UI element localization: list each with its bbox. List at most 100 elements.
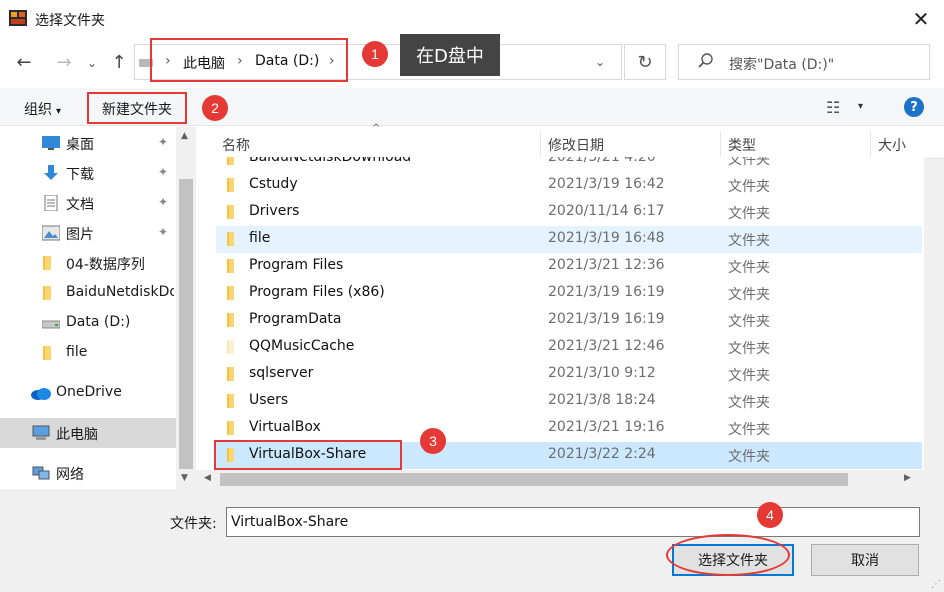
organize-label: 组织 xyxy=(24,102,52,118)
file-row[interactable]: sqlserver 2021/3/10 9:12 文件夹 xyxy=(216,361,922,388)
address-dropdown[interactable]: ⌄ xyxy=(595,55,605,69)
column-header-name[interactable]: 名称 xyxy=(222,135,250,155)
back-button[interactable]: ← xyxy=(12,52,36,73)
close-icon: ✕ xyxy=(912,7,930,31)
scroll-left-icon[interactable]: ◀ xyxy=(204,473,211,483)
column-header-type[interactable]: 类型 xyxy=(728,135,756,155)
refresh-button[interactable]: ↻ xyxy=(624,44,666,80)
folder-icon xyxy=(43,286,51,300)
folder-icon xyxy=(227,313,234,327)
sidebar-item-label: Data (D:) xyxy=(66,314,131,330)
file-type: 文件夹 xyxy=(728,395,770,411)
sidebar-item-label: 文档 xyxy=(66,197,94,213)
file-row[interactable]: Cstudy 2021/3/19 16:42 文件夹 xyxy=(216,172,922,199)
forward-button[interactable]: → xyxy=(52,52,76,73)
picture-icon xyxy=(42,225,60,241)
help-icon[interactable]: ? xyxy=(904,97,924,117)
column-divider[interactable] xyxy=(540,131,541,157)
view-dropdown[interactable]: ▾ xyxy=(858,101,863,112)
file-type: 文件夹 xyxy=(728,206,770,222)
search-input[interactable]: 搜索"Data (D:)" xyxy=(678,44,930,80)
file-date: 2021/3/21 4:20 xyxy=(548,157,656,165)
sidebar-item-desktop[interactable]: 桌面 ✦ xyxy=(0,128,176,158)
file-name: Program Files xyxy=(249,257,344,273)
file-list-vertical-scrollbar[interactable] xyxy=(924,157,944,470)
annotation-number-1: 1 xyxy=(362,41,388,67)
file-type: 文件夹 xyxy=(728,314,770,330)
folder-icon xyxy=(227,394,234,408)
annotation-box-selected-folder xyxy=(214,440,402,470)
sidebar-item-this-pc[interactable]: 此电脑 xyxy=(0,418,176,448)
file-date: 2021/3/21 19:16 xyxy=(548,419,665,435)
annotation-callout: 在D盘中 xyxy=(400,34,500,76)
folder-icon xyxy=(227,205,234,219)
file-row[interactable]: Program Files (x86) 2021/3/19 16:19 文件夹 xyxy=(216,280,922,307)
vertical-scroll-thumb[interactable] xyxy=(927,157,941,470)
sidebar-item-file[interactable]: file xyxy=(0,338,176,368)
scroll-right-icon[interactable]: ▶ xyxy=(904,473,911,483)
file-row[interactable]: VirtualBox 2021/3/21 19:16 文件夹 xyxy=(216,415,922,442)
file-type: 文件夹 xyxy=(728,341,770,357)
file-type: 文件夹 xyxy=(728,179,770,195)
folder-icon xyxy=(227,421,234,435)
file-row[interactable]: BaiduNetdiskDownload 2021/3/21 4:20 文件夹 xyxy=(216,157,922,172)
sidebar-item-network[interactable]: 网络 xyxy=(0,458,176,488)
resize-grip-icon[interactable]: ⋰ xyxy=(931,579,941,590)
search-icon xyxy=(698,53,713,68)
scroll-down-icon[interactable]: ▼ xyxy=(181,473,188,483)
sidebar-item-label: 04-数据序列 xyxy=(66,257,145,273)
column-divider[interactable] xyxy=(720,131,721,157)
recent-locations-dropdown[interactable]: ⌄ xyxy=(84,56,100,70)
cancel-button[interactable]: 取消 xyxy=(811,544,919,576)
column-header-date[interactable]: 修改日期 xyxy=(548,135,604,155)
file-type: 文件夹 xyxy=(728,368,770,384)
file-row[interactable]: QQMusicCache 2021/3/21 12:46 文件夹 xyxy=(216,334,922,361)
sidebar-item-data-drive[interactable]: Data (D:) xyxy=(0,308,176,338)
folder-icon xyxy=(43,346,51,360)
sidebar-scroll-thumb[interactable] xyxy=(179,179,193,469)
column-header-size[interactable]: 大小 xyxy=(878,135,906,155)
sidebar-item-label: 下载 xyxy=(66,167,94,183)
pin-icon: ✦ xyxy=(158,225,169,239)
app-icon xyxy=(9,10,27,26)
scroll-up-icon[interactable]: ▲ xyxy=(181,131,188,141)
annotation-number-2: 2 xyxy=(202,95,228,121)
file-row[interactable]: file 2021/3/19 16:48 文件夹 xyxy=(216,226,922,253)
file-row[interactable]: Drivers 2020/11/14 6:17 文件夹 xyxy=(216,199,922,226)
file-list: BaiduNetdiskDownload 2021/3/21 4:20 文件夹 … xyxy=(196,157,924,470)
sidebar-item-downloads[interactable]: 下载 ✦ xyxy=(0,158,176,188)
sidebar-item-baidunetdisk[interactable]: BaiduNetdiskDownload xyxy=(0,278,176,308)
folder-icon xyxy=(43,256,51,270)
folder-field-label: 文件夹: xyxy=(170,516,217,532)
sidebar-item-documents[interactable]: 文档 ✦ xyxy=(0,188,176,218)
window-title: 选择文件夹 xyxy=(35,13,105,29)
sidebar-item-label: BaiduNetdiskDownload xyxy=(66,284,174,300)
file-date: 2021/3/22 2:24 xyxy=(548,446,656,462)
column-divider[interactable] xyxy=(870,131,871,157)
horizontal-scroll-thumb[interactable] xyxy=(220,473,848,486)
onedrive-icon xyxy=(31,388,51,400)
file-row[interactable]: ProgramData 2021/3/19 16:19 文件夹 xyxy=(216,307,922,334)
close-button[interactable]: ✕ xyxy=(898,0,944,38)
navigation-pane: 桌面 ✦ 下载 ✦ 文档 ✦ 图片 ✦ 04-数据序列 BaiduNetdisk… xyxy=(0,127,196,489)
file-type: 文件夹 xyxy=(728,260,770,276)
file-type: 文件夹 xyxy=(728,422,770,438)
file-name: Program Files (x86) xyxy=(249,284,385,300)
file-name: Users xyxy=(249,392,289,408)
file-date: 2021/3/19 16:42 xyxy=(548,176,665,192)
file-row[interactable]: Users 2021/3/8 18:24 文件夹 xyxy=(216,388,922,415)
refresh-icon: ↻ xyxy=(637,51,653,73)
folder-name-input[interactable] xyxy=(226,507,920,537)
sidebar-item-04-data-series[interactable]: 04-数据序列 xyxy=(0,248,176,278)
sidebar-item-pictures[interactable]: 图片 ✦ xyxy=(0,218,176,248)
sidebar-item-onedrive[interactable]: OneDrive xyxy=(0,378,176,408)
file-date: 2020/11/14 6:17 xyxy=(548,203,665,219)
chevron-down-icon: ▾ xyxy=(56,106,62,117)
up-button[interactable]: ↑ xyxy=(107,52,131,73)
file-row[interactable]: Program Files 2021/3/21 12:36 文件夹 xyxy=(216,253,922,280)
sidebar-scrollbar[interactable]: ▲ ▼ xyxy=(176,127,196,489)
file-list-horizontal-scrollbar[interactable]: ◀ ▶ xyxy=(196,470,944,489)
view-options-icon[interactable]: ☷ xyxy=(826,98,840,117)
organize-menu[interactable]: 组织 ▾ xyxy=(24,99,61,119)
folder-icon xyxy=(227,259,234,273)
